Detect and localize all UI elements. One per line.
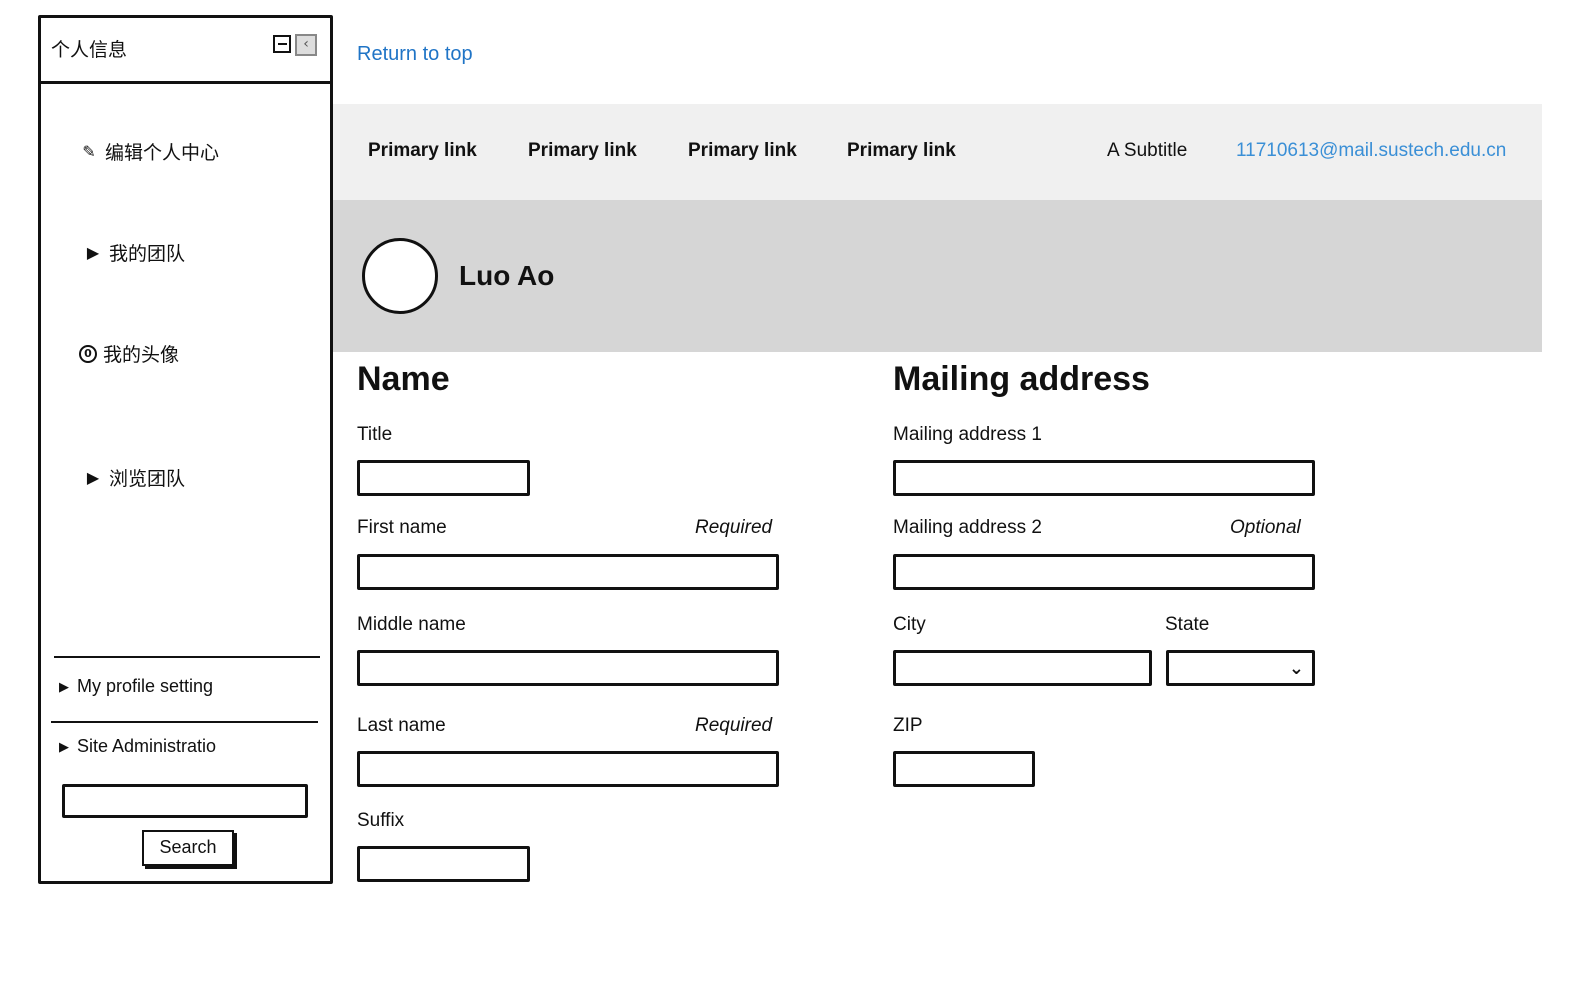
suffix-field[interactable] [357,846,530,882]
sidebar-item-label: 我的团队 [109,243,186,265]
primary-link[interactable]: Primary link [847,140,956,162]
sidebar-item-edit-profile[interactable]: ✎ 编辑个人中心 [79,138,219,165]
middle-name-label: Middle name [357,614,466,635]
middle-name-field[interactable] [357,650,779,686]
collapse-icon[interactable] [273,35,291,53]
sidebar-item-profile-setting[interactable]: ▶ My profile setting [59,676,213,697]
address1-field[interactable] [893,460,1315,496]
sidebar-item-browse-teams[interactable]: ▶ 浏览团队 [83,464,185,491]
title-field[interactable] [357,460,530,496]
triangle-right-icon: ▶ [86,243,100,262]
profile-banner: Luo Ao [333,200,1542,352]
sidebar-item-my-team[interactable]: ▶ 我的团队 [83,239,185,266]
pencil-icon: ✎ [82,142,96,161]
triangle-right-icon: ▶ [59,678,69,694]
address2-field[interactable] [893,554,1315,590]
first-name-required-hint: Required [695,517,773,538]
address1-label: Mailing address 1 [893,424,1042,445]
address-section-title: Mailing address [893,360,1150,398]
avatar[interactable] [362,238,438,314]
top-navbar: Primary link Primary link Primary link P… [333,104,1542,200]
sidebar-item-label: 编辑个人中心 [105,142,220,164]
address2-optional-hint: Optional [1230,517,1301,538]
address2-label: Mailing address 2 [893,517,1042,538]
primary-link[interactable]: Primary link [368,140,477,162]
avatar-ring-icon: 0 [79,344,97,363]
city-field[interactable] [893,650,1152,686]
chevron-down-icon: ⌄ [1288,658,1304,679]
name-section-title: Name [357,360,450,398]
search-button[interactable]: Search [142,830,234,866]
scroll-left-icon[interactable]: ‹ [295,34,317,56]
triangle-right-icon: ▶ [59,738,69,754]
sidebar-item-my-avatar[interactable]: 0 我的头像 [79,340,179,367]
primary-link[interactable]: Primary link [688,140,797,162]
state-label: State [1165,614,1210,635]
sidebar-item-label: Site Administratio [77,736,217,756]
sidebar-divider [54,656,320,658]
zip-field[interactable] [893,751,1035,787]
sidebar-divider [51,721,318,723]
triangle-right-icon: ▶ [86,468,100,487]
user-email-link[interactable]: 11710613@mail.sustech.edu.cn [1236,140,1506,162]
last-name-label: Last name [357,715,446,736]
state-select[interactable]: ⌄ [1166,650,1315,686]
sidebar-item-label: 浏览团队 [109,468,186,490]
first-name-field[interactable] [357,554,779,590]
sidebar-header: 个人信息 ‹ [41,18,330,84]
first-name-label: First name [357,517,447,538]
navbar-subtitle: A Subtitle [1107,140,1188,161]
sidebar-item-site-admin[interactable]: ▶ Site Administratio [59,736,216,757]
zip-label: ZIP [893,715,923,736]
profile-name: Luo Ao [459,260,555,291]
title-label: Title [357,424,393,445]
sidebar-title: 个人信息 [51,39,128,61]
sidebar-item-label: 我的头像 [103,344,180,366]
last-name-required-hint: Required [695,715,773,736]
search-input[interactable] [62,784,308,818]
sidebar-item-label: My profile setting [77,676,214,696]
last-name-field[interactable] [357,751,779,787]
suffix-label: Suffix [357,810,405,831]
return-to-top-link[interactable]: Return to top [357,43,473,66]
city-label: City [893,614,926,635]
sidebar: 个人信息 ‹ ✎ 编辑个人中心 ▶ 我的团队 0 我的头像 ▶ 浏览团队 ▶ M… [38,15,333,884]
primary-link[interactable]: Primary link [528,140,637,162]
